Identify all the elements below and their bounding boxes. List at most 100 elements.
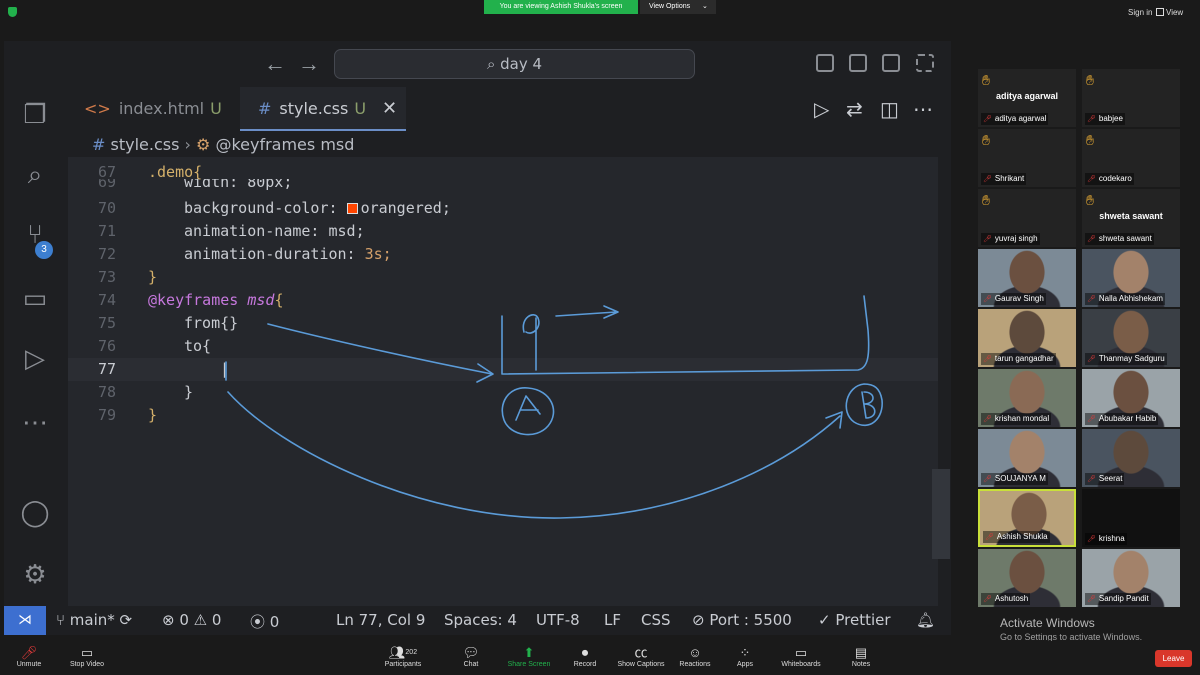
customize-layout-icon[interactable] bbox=[916, 54, 934, 72]
apps-label: Apps bbox=[737, 661, 753, 668]
participants-button[interactable]: 👥︎202 Participants bbox=[368, 645, 438, 668]
reactions-label: Reactions bbox=[679, 661, 711, 668]
mic-muted-icon: 🎤︎ bbox=[983, 296, 992, 303]
participant-name: 🎤︎ Shrikant bbox=[981, 173, 1027, 185]
participant-count: 202 bbox=[405, 649, 418, 656]
participant-tile[interactable]: 🎤︎ Ashutosh bbox=[978, 549, 1076, 607]
settings-gear-icon[interactable]: ⚙ bbox=[18, 557, 52, 591]
toggle-secondary-sidebar-icon[interactable] bbox=[882, 54, 900, 72]
close-icon[interactable]: ✕ bbox=[382, 87, 397, 131]
remote-indicator-icon[interactable]: ⋊ bbox=[4, 606, 46, 635]
whiteboards-label: Whiteboards bbox=[781, 661, 821, 668]
more-icon[interactable]: ⋯ bbox=[18, 405, 52, 439]
sign-in-link[interactable]: Sign in bbox=[1128, 8, 1152, 17]
branch-status[interactable]: ⑂ main* ⟳ bbox=[56, 611, 132, 629]
participant-name: 🎤︎ tarun gangadhar bbox=[981, 353, 1056, 365]
activate-windows-title: Activate Windows bbox=[1000, 616, 1095, 630]
chevron-right-icon: › bbox=[184, 135, 196, 154]
tab-label: index.html bbox=[118, 99, 205, 118]
view-options-button[interactable]: View Options ⌄ bbox=[640, 0, 716, 14]
breadcrumb-file[interactable]: style.css bbox=[111, 135, 180, 154]
captions-label: Show Captions bbox=[617, 661, 665, 668]
tab-style-css[interactable]: # style.css U ✕ bbox=[240, 87, 406, 131]
notes-button[interactable]: ▤ Notes bbox=[826, 645, 896, 668]
mic-muted-icon: 🎤︎ bbox=[983, 116, 992, 123]
participant-tile[interactable]: ✋︎ 🎤︎ yuvraj singh bbox=[978, 189, 1076, 247]
code-text: from{} bbox=[184, 314, 239, 332]
port-icon: ⊘ bbox=[692, 611, 710, 629]
participant-tile[interactable]: ✋︎ 🎤︎ Shrikant bbox=[978, 129, 1076, 187]
more-actions-icon[interactable]: ⋯ bbox=[913, 97, 933, 122]
notifications-bell-icon[interactable]: 🔔︎ bbox=[916, 611, 935, 629]
color-swatch[interactable] bbox=[346, 203, 358, 214]
prettier-status[interactable]: ✓ Prettier bbox=[818, 611, 891, 629]
code-text: } bbox=[148, 268, 158, 286]
live-server-status[interactable]: ⊘ Port : 5500 bbox=[692, 611, 792, 629]
mic-muted-icon: 🎤︎ bbox=[983, 236, 992, 243]
broadcast-icon: ⦿ bbox=[250, 613, 270, 631]
css-file-icon: # bbox=[92, 135, 111, 154]
compare-changes-icon[interactable]: ⇄ bbox=[846, 97, 863, 122]
participant-tile[interactable]: 🎤︎ Sandip Pandit bbox=[1082, 549, 1180, 607]
notes-label: Notes bbox=[851, 661, 871, 668]
search-label: day 4 bbox=[500, 55, 543, 73]
mic-muted-icon: 🎤︎ bbox=[1087, 356, 1096, 363]
css-value: msd; bbox=[328, 222, 365, 240]
explorer-icon[interactable]: ❐ bbox=[18, 97, 52, 131]
command-center-search[interactable]: ⌕ day 4 bbox=[334, 49, 695, 79]
security-shield-icon[interactable] bbox=[8, 7, 17, 17]
editor-scrollbar[interactable] bbox=[932, 469, 950, 559]
language-status[interactable]: CSS bbox=[641, 611, 671, 629]
toggle-sidebar-icon[interactable] bbox=[816, 54, 834, 72]
code-editor[interactable]: 67 .demo{ 69 width: 80px; 70 background-col… bbox=[68, 157, 938, 606]
run-debug-icon[interactable]: ▷ bbox=[18, 341, 52, 375]
participant-tile[interactable]: 🎤︎ Gaurav Singh bbox=[978, 249, 1076, 307]
breadcrumb-symbol[interactable]: @keyframes msd bbox=[215, 135, 354, 154]
raised-hand-icon: ✋︎ bbox=[1086, 192, 1094, 208]
participant-tile[interactable]: 🎤︎ Abubakar Habib bbox=[1082, 369, 1180, 427]
participant-tile[interactable]: ✋︎ aditya agarwal 🎤︎ aditya agarwal bbox=[978, 69, 1076, 127]
participant-tile[interactable]: 🎤︎ tarun gangadhar bbox=[978, 309, 1076, 367]
indentation-status[interactable]: Spaces: 4 bbox=[444, 611, 517, 629]
split-editor-icon[interactable]: ◫ bbox=[880, 97, 899, 122]
mic-muted-icon: 🎤︎ bbox=[983, 476, 992, 483]
run-icon[interactable]: ▷ bbox=[814, 97, 829, 122]
participant-tile[interactable]: 🎤︎ krishna bbox=[1082, 489, 1180, 547]
mic-muted-icon: 🎤︎ bbox=[1087, 116, 1096, 123]
ports-status[interactable]: ⦿ 0 bbox=[250, 611, 279, 632]
search-icon[interactable]: ⌕ bbox=[18, 157, 52, 191]
css-property: background-color: bbox=[184, 199, 338, 217]
participant-tile[interactable]: ✋︎ 🎤︎ babjee bbox=[1082, 69, 1180, 127]
mic-muted-icon: 🎤︎ bbox=[1087, 296, 1096, 303]
html-file-icon: <> bbox=[84, 99, 111, 118]
participant-tile[interactable]: 🎤︎ Nalla Abhishekam bbox=[1082, 249, 1180, 307]
eol-status[interactable]: LF bbox=[604, 611, 621, 629]
forward-arrow-icon[interactable]: → bbox=[298, 51, 320, 77]
account-icon[interactable]: ◯ bbox=[18, 495, 52, 529]
participant-tile[interactable]: ✋︎ 🎤︎ codekaro bbox=[1082, 129, 1180, 187]
mic-muted-icon: 🎤︎ bbox=[983, 596, 992, 603]
participant-tile[interactable]: 🎤︎ Ashish Shukla bbox=[978, 489, 1076, 547]
toggle-panel-icon[interactable] bbox=[849, 54, 867, 72]
stop-video-button[interactable]: ▭ Stop Video bbox=[52, 645, 122, 668]
code-line: 75 from{} bbox=[68, 312, 938, 335]
remote-explorer-icon[interactable]: ▭ bbox=[18, 281, 52, 315]
css-value: 3s; bbox=[364, 245, 392, 263]
code-text: } bbox=[184, 383, 194, 401]
leave-button[interactable]: Leave bbox=[1155, 650, 1192, 667]
line-number: 70 bbox=[97, 199, 116, 217]
participant-tile[interactable]: 🎤︎ Seerat bbox=[1082, 429, 1180, 487]
participant-tile[interactable]: ✋︎ shweta sawant 🎤︎ shweta sawant bbox=[1082, 189, 1180, 247]
cursor-position[interactable]: Ln 77, Col 9 bbox=[336, 611, 425, 629]
unmute-label: Unmute bbox=[16, 661, 42, 668]
participant-tile[interactable]: 🎤︎ krishan mondal bbox=[978, 369, 1076, 427]
view-button[interactable]: View bbox=[1166, 8, 1183, 17]
participant-name: 🎤︎ Ashish Shukla bbox=[983, 531, 1050, 543]
back-arrow-icon[interactable]: ← bbox=[264, 51, 286, 77]
encoding-status[interactable]: UTF-8 bbox=[536, 611, 580, 629]
participant-tile[interactable]: 🎤︎ SOUJANYA M bbox=[978, 429, 1076, 487]
participant-tile[interactable]: 🎤︎ Thanmay Sadguru bbox=[1082, 309, 1180, 367]
css-property: animation-duration: bbox=[184, 245, 356, 263]
tab-index-html[interactable]: <> index.html U bbox=[68, 87, 238, 131]
problems-status[interactable]: ⊗ 0 ⚠ 0 bbox=[162, 611, 221, 629]
